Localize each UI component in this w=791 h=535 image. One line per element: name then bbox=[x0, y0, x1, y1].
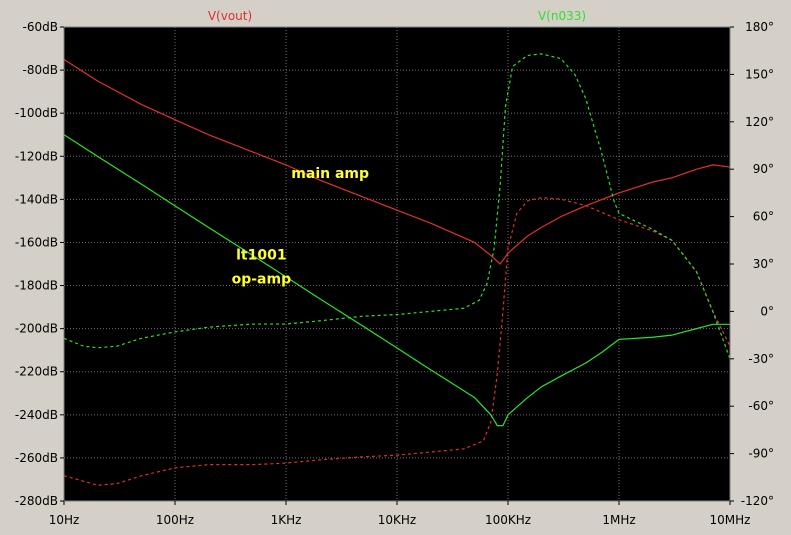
x-tick-label: 100KHz bbox=[485, 513, 531, 527]
legend-entry[interactable]: V(n033) bbox=[538, 9, 586, 23]
annotation-label: lt1001 bbox=[236, 248, 286, 264]
y-left-tick-label: -120dB bbox=[15, 149, 58, 163]
y-right-tick-label: 120° bbox=[745, 115, 774, 129]
y-right-tick-label: 30° bbox=[753, 257, 774, 271]
y-right-tick-label: -60° bbox=[748, 399, 774, 413]
y-left-tick-label: -220dB bbox=[15, 365, 58, 379]
y-right-tick-label: -90° bbox=[748, 447, 774, 461]
y-right-tick-label: 90° bbox=[753, 162, 774, 176]
y-right-tick-label: 60° bbox=[753, 210, 774, 224]
x-tick-label: 10Hz bbox=[49, 513, 80, 527]
y-left-tick-label: -60dB bbox=[23, 20, 58, 34]
y-right-tick-label: -120° bbox=[741, 494, 774, 508]
y-right-tick-label: 150° bbox=[745, 67, 774, 81]
y-right-tick-label: -30° bbox=[748, 352, 774, 366]
annotation-label: op-amp bbox=[232, 271, 292, 287]
annotation-label: main amp bbox=[291, 166, 369, 182]
x-tick-label: 10KHz bbox=[378, 513, 416, 527]
y-right-tick-label: 180° bbox=[745, 20, 774, 34]
y-left-tick-label: -140dB bbox=[15, 192, 58, 206]
bode-plot[interactable]: -60dB -80dB -100dB -120dB -140dB -160dB -180dB… bbox=[0, 0, 791, 535]
x-tick-label: 10MHz bbox=[710, 513, 751, 527]
y-left-tick-label: -280dB bbox=[15, 494, 58, 508]
plot-window: -60dB -80dB -100dB -120dB -140dB -160dB -180dB… bbox=[0, 0, 791, 535]
y-left-tick-label: -160dB bbox=[15, 235, 58, 249]
y-left-tick-label: -100dB bbox=[15, 106, 58, 120]
y-right-tick-label: 0° bbox=[760, 304, 774, 318]
y-left-tick-label: -200dB bbox=[15, 322, 58, 336]
legend-entry[interactable]: V(vout) bbox=[208, 9, 252, 23]
y-left-tick-label: -240dB bbox=[15, 408, 58, 422]
y-left-tick-label: -80dB bbox=[23, 63, 58, 77]
x-tick-label: 100Hz bbox=[156, 513, 194, 527]
y-left-tick-label: -180dB bbox=[15, 279, 58, 293]
x-tick-label: 1MHz bbox=[602, 513, 635, 527]
x-tick-label: 1KHz bbox=[271, 513, 302, 527]
y-left-tick-label: -260dB bbox=[15, 451, 58, 465]
